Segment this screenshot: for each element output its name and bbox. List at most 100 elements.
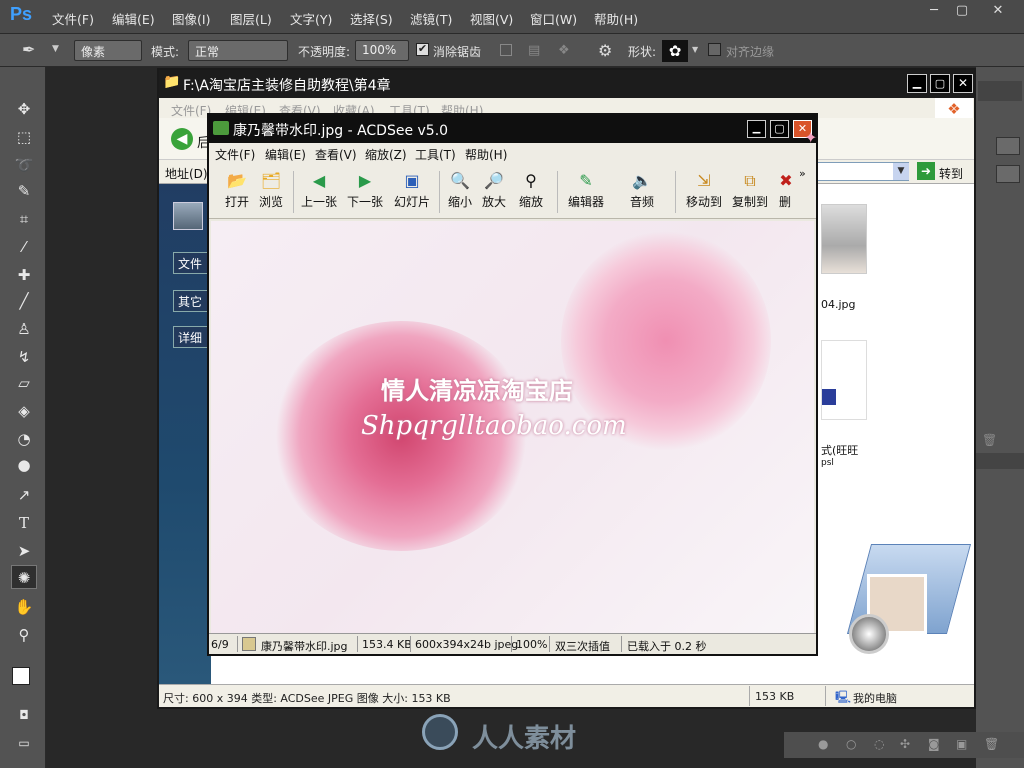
menu-select[interactable]: 选择(S) <box>350 9 393 28</box>
crop-tool-icon[interactable]: ⌗ <box>11 207 37 231</box>
align-edges-checkbox[interactable] <box>708 43 721 56</box>
delete-button[interactable]: ✖ 删 <box>775 169 795 215</box>
explorer-minimize-button[interactable]: ▁ <box>907 74 927 93</box>
file-thumbnail-doc[interactable] <box>821 340 867 420</box>
copy-to-button[interactable]: ⧉ 复制到 <box>729 169 771 215</box>
paint-bucket-icon[interactable]: ◈ <box>11 399 37 423</box>
healing-brush-icon[interactable]: ✚ <box>11 263 37 287</box>
make-path-icon[interactable]: ✣ <box>900 737 910 751</box>
prev-button[interactable]: ◀ 上一张 <box>299 169 339 215</box>
explorer-close-button[interactable]: ✕ <box>953 74 973 93</box>
brush-tool-icon[interactable]: ╱ <box>11 289 37 313</box>
move-to-button[interactable]: ⇲ 移动到 <box>683 169 725 215</box>
acd-menu-view[interactable]: 查看(V) <box>315 146 357 163</box>
custom-shape-tool-icon[interactable]: ✺ <box>11 565 37 589</box>
delete-path-icon[interactable]: 🗑 <box>984 737 999 751</box>
eyedropper-icon[interactable]: ⁄ <box>11 235 37 259</box>
eraser-tool-icon[interactable]: ▱ <box>11 371 37 395</box>
acd-menu-file[interactable]: 文件(F) <box>215 146 255 163</box>
open-button[interactable]: 📂 打开 <box>223 169 251 215</box>
align-icon[interactable]: ▤ <box>528 43 540 58</box>
toolbar-overflow-icon[interactable]: » <box>799 167 806 180</box>
panel-dropdown[interactable] <box>996 165 1020 183</box>
ps-close-button[interactable]: ✕ <box>984 2 1012 20</box>
mode-select[interactable]: 像素 <box>74 40 142 61</box>
acd-menu-edit[interactable]: 编辑(E) <box>265 146 306 163</box>
folder-shortcut-icon[interactable] <box>839 544 972 654</box>
stroke-path-icon[interactable]: ○ <box>846 737 856 751</box>
menu-filter[interactable]: 滤镜(T) <box>410 9 452 28</box>
type-tool-icon[interactable]: T <box>11 511 37 535</box>
go-arrow-icon[interactable]: ➜ <box>917 162 935 180</box>
stamp-tool-icon[interactable]: ♙ <box>11 317 37 341</box>
audio-button[interactable]: 🔈 音频 <box>625 169 659 215</box>
file-thumbnail-photo[interactable] <box>821 204 867 274</box>
history-brush-icon[interactable]: ↯ <box>11 345 37 369</box>
zoom-out-button[interactable]: 🔍 缩小 <box>445 169 475 215</box>
panel-tab[interactable] <box>976 453 1024 469</box>
zoom-in-button[interactable]: 🔎 放大 <box>479 169 509 215</box>
antialias-checkbox[interactable]: ✔ <box>416 43 429 56</box>
opacity-input[interactable]: 100% <box>355 40 409 61</box>
panel-dropdown[interactable] <box>996 137 1020 155</box>
acd-menu-help[interactable]: 帮助(H) <box>465 146 507 163</box>
load-selection-icon[interactable]: ◌ <box>874 737 884 751</box>
menu-edit[interactable]: 编辑(E) <box>112 9 155 28</box>
move-tool-icon[interactable]: ✥ <box>11 97 37 121</box>
new-path-icon[interactable]: ▣ <box>956 737 967 751</box>
path-select-icon[interactable]: ➤ <box>11 539 37 563</box>
menu-view[interactable]: 视图(V) <box>470 9 513 28</box>
ps-maximize-button[interactable]: ▢ <box>948 2 976 20</box>
menu-help[interactable]: 帮助(H) <box>594 9 638 28</box>
arrange-icon[interactable]: ❖ <box>558 43 570 58</box>
foreground-color-swatch[interactable] <box>12 667 30 685</box>
menu-file[interactable]: 文件(F) <box>52 9 94 28</box>
side-button-file[interactable]: 文件 <box>173 252 211 274</box>
next-button[interactable]: ▶ 下一张 <box>345 169 385 215</box>
add-mask-icon[interactable]: ◙ <box>928 737 940 751</box>
menu-window[interactable]: 窗口(W) <box>530 9 577 28</box>
fill-path-icon[interactable]: ● <box>818 737 828 751</box>
menu-type[interactable]: 文字(Y) <box>290 9 332 28</box>
gear-icon[interactable]: ⚙ <box>598 41 612 60</box>
chevron-down-icon[interactable]: ▼ <box>893 163 909 180</box>
acd-menu-tools[interactable]: 工具(T) <box>415 146 456 163</box>
file-name[interactable]: 式(旺旺 <box>821 442 858 458</box>
dodge-tool-icon[interactable]: ◔ <box>11 427 37 451</box>
zoom-tool-icon[interactable]: ⚲ <box>11 623 37 647</box>
blur-tool-icon[interactable]: ● <box>11 453 37 477</box>
go-label[interactable]: 转到 <box>939 165 963 182</box>
menu-layer[interactable]: 图层(L) <box>230 9 272 28</box>
path-ops-icon[interactable] <box>500 44 512 56</box>
shape-preview-icon[interactable]: ✿ <box>662 40 688 62</box>
lasso-tool-icon[interactable]: ➰ <box>11 153 37 177</box>
file-name[interactable]: 04.jpg <box>821 298 856 311</box>
slideshow-button[interactable]: ▣ 幻灯片 <box>391 169 433 215</box>
explorer-maximize-button[interactable]: ▢ <box>930 74 950 93</box>
chevron-down-icon[interactable]: ▼ <box>52 44 59 54</box>
zoom-button[interactable]: ⚲ 缩放 <box>513 169 549 215</box>
menu-image[interactable]: 图像(I) <box>172 9 210 28</box>
panel-tab[interactable] <box>978 81 1022 101</box>
marquee-tool-icon[interactable]: ⬚ <box>11 125 37 149</box>
quick-mask-icon[interactable]: ◘ <box>11 703 37 727</box>
side-button-other[interactable]: 其它 <box>173 290 211 312</box>
hand-tool-icon[interactable]: ✋ <box>11 595 37 619</box>
screen-mode-icon[interactable]: ▭ <box>11 731 37 755</box>
editor-button[interactable]: ✎ 编辑器 <box>565 169 607 215</box>
chevron-down-icon[interactable]: ▼ <box>692 45 698 54</box>
ps-minimize-button[interactable]: ─ <box>920 2 948 20</box>
browse-button[interactable]: 🗂 浏览 <box>257 169 285 215</box>
image-viewer[interactable]: 情人清凉凉淘宝店 Shpqrglltaobao.com <box>211 221 814 633</box>
pen-tool-icon[interactable]: ↗ <box>11 483 37 507</box>
trash-icon[interactable]: 🗑 <box>982 433 997 447</box>
back-arrow-icon[interactable]: ◀ <box>171 128 193 150</box>
acd-menu-zoom[interactable]: 缩放(Z) <box>365 146 407 163</box>
side-button-details[interactable]: 详细 <box>173 326 211 348</box>
acdsee-minimize-button[interactable]: ▁ <box>747 120 766 138</box>
pen-icon[interactable]: ✒ <box>22 40 46 61</box>
quick-select-icon[interactable]: ✎ <box>11 179 37 203</box>
blend-mode-select[interactable]: 正常 <box>188 40 288 61</box>
explorer-menu-file[interactable]: 文件(F) <box>171 102 211 119</box>
acdsee-maximize-button[interactable]: ▢ <box>770 120 789 138</box>
